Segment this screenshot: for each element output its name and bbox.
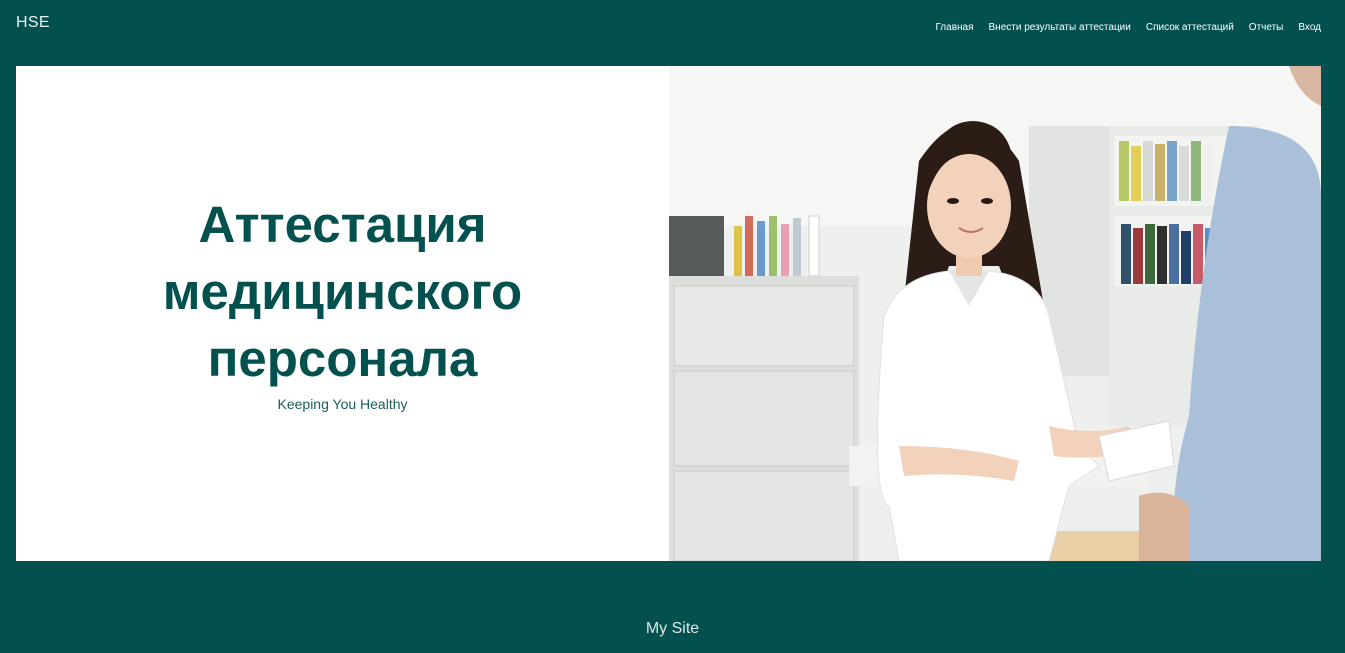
nav-home[interactable]: Главная (935, 22, 973, 33)
hero-title-line-3: персонала (207, 329, 478, 387)
hero-title-line-1: Аттестация (198, 195, 487, 253)
nav-login[interactable]: Вход (1298, 22, 1321, 33)
nurse-photo-illustration (669, 66, 1321, 561)
nav-attestation-list[interactable]: Список аттестаций (1146, 22, 1234, 33)
nav-enter-results[interactable]: Внести результаты аттестации (989, 22, 1131, 33)
nav-reports[interactable]: Отчеты (1249, 22, 1284, 33)
main-nav: Главная Внести результаты аттестации Спи… (935, 22, 1321, 33)
hero-subtitle: Keeping You Healthy (277, 395, 408, 412)
site-brand[interactable]: HSE (16, 14, 50, 32)
nurse-photo (669, 66, 1321, 561)
hero-section: Аттестация медицинского персонала Keepin… (16, 66, 1321, 561)
hero-title-line-2: медицинского (162, 262, 523, 320)
hero-text-panel: Аттестация медицинского персонала Keepin… (16, 66, 669, 561)
footer-site-name: My Site (645, 620, 700, 637)
hero-title: Аттестация медицинского персонала (163, 191, 522, 392)
